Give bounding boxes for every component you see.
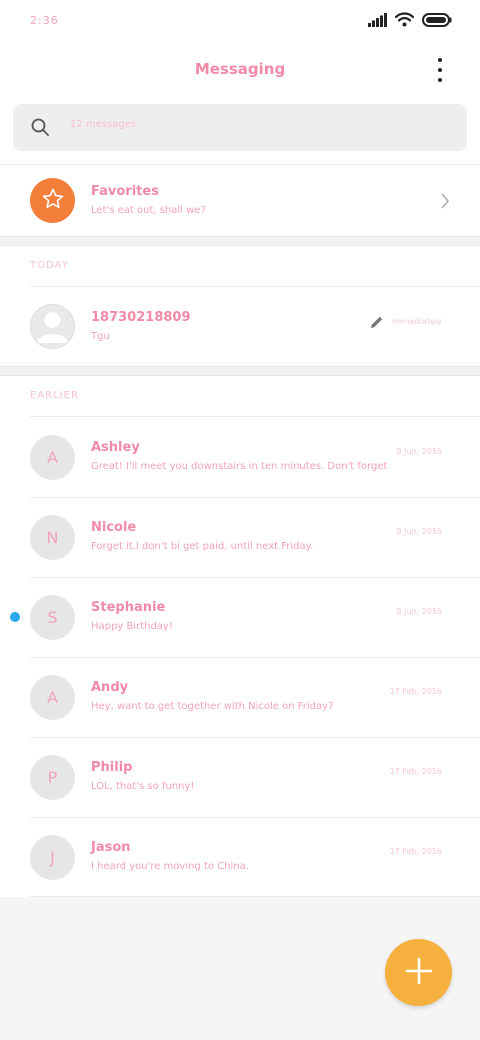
divider [30,896,480,897]
message-date: 17 Feb, 2016 [389,847,442,856]
contact-name: 18730218809 [91,310,191,325]
conversation-row[interactable]: P Philip LOL, that's so funny! 17 Feb, 2… [0,737,480,817]
unread-indicator [10,612,20,622]
avatar: S [30,595,75,640]
search-input[interactable] [68,118,452,131]
message-preview: Forget it.I don't bi get paid. until nex… [91,541,314,552]
message-preview: I heard you're moving to China. [91,861,249,872]
search-icon [31,118,49,140]
message-date: 9 Jun, 2016 [396,447,442,456]
person-icon [31,305,74,348]
contact-name: Andy [91,680,129,695]
conversation-row[interactable]: J Jason I heard you're moving to China. … [0,817,480,897]
message-preview: Hey, want to get together with Nicole on… [91,701,334,712]
new-message-button[interactable] [385,939,452,1006]
more-options-button[interactable] [430,58,450,82]
contact-name: Ashley [91,440,140,455]
avatar: A [30,435,75,480]
avatar: A [30,675,75,720]
conversation-row[interactable]: S Stephanie Happy Birthday! 8 Jun, 2016 [0,577,480,657]
conversation-row[interactable]: A Andy Hey, want to get together with Ni… [0,657,480,737]
avatar [30,304,75,349]
status-time: 2:36 [30,14,59,27]
message-date: 17 Feb, 2016 [389,687,442,696]
messaging-screen: 2:36 Messaging 12 messages Favorites Let… [0,0,480,1040]
conversation-row[interactable]: 18730218809 Tgu Immediately [0,287,480,367]
signal-icon [368,12,387,31]
section-separator [0,236,480,246]
favorites-row[interactable]: Favorites Let's eat out, shall we? [0,163,480,243]
section-label-earlier: EARLIER [30,390,79,401]
search-bar[interactable] [13,104,467,151]
favorites-title: Favorites [91,184,159,199]
favorites-avatar [30,178,75,223]
section-separator [0,366,480,376]
star-icon [41,187,65,215]
message-preview: LOL, that's so funny! [91,781,195,792]
more-vertical-icon-dot [438,78,442,82]
plus-icon [404,956,434,990]
pencil-icon [370,314,384,333]
contact-name: Philip [91,760,133,775]
message-date: 17 Feb, 2016 [389,767,442,776]
avatar: P [30,755,75,800]
avatar: N [30,515,75,560]
message-date: 9 Jun, 2016 [396,527,442,536]
message-preview: Happy Birthday! [91,621,173,632]
contact-name: Jason [91,840,131,855]
conversation-row[interactable]: A Ashley Great! I'll meet you downstairs… [0,417,480,497]
favorites-preview: Let's eat out, shall we? [91,205,206,216]
status-icons [368,12,452,31]
chevron-right-icon [440,193,450,213]
message-preview: Great! I'll meet you downstairs in ten m… [91,461,388,472]
more-vertical-icon [438,58,442,62]
more-vertical-icon-dot [438,68,442,72]
contact-name: Nicole [91,520,137,535]
battery-icon [422,12,452,31]
avatar: J [30,835,75,880]
message-date: Immediately [391,317,442,326]
message-date: 8 Jun, 2016 [396,607,442,616]
conversation-row[interactable]: N Nicole Forget it.I don't bi get paid. … [0,497,480,577]
contact-name: Stephanie [91,600,166,615]
section-label-today: TODAY [30,260,69,271]
page-title: Messaging [194,60,286,78]
message-preview: Tgu [91,331,110,342]
wifi-icon [394,12,415,31]
